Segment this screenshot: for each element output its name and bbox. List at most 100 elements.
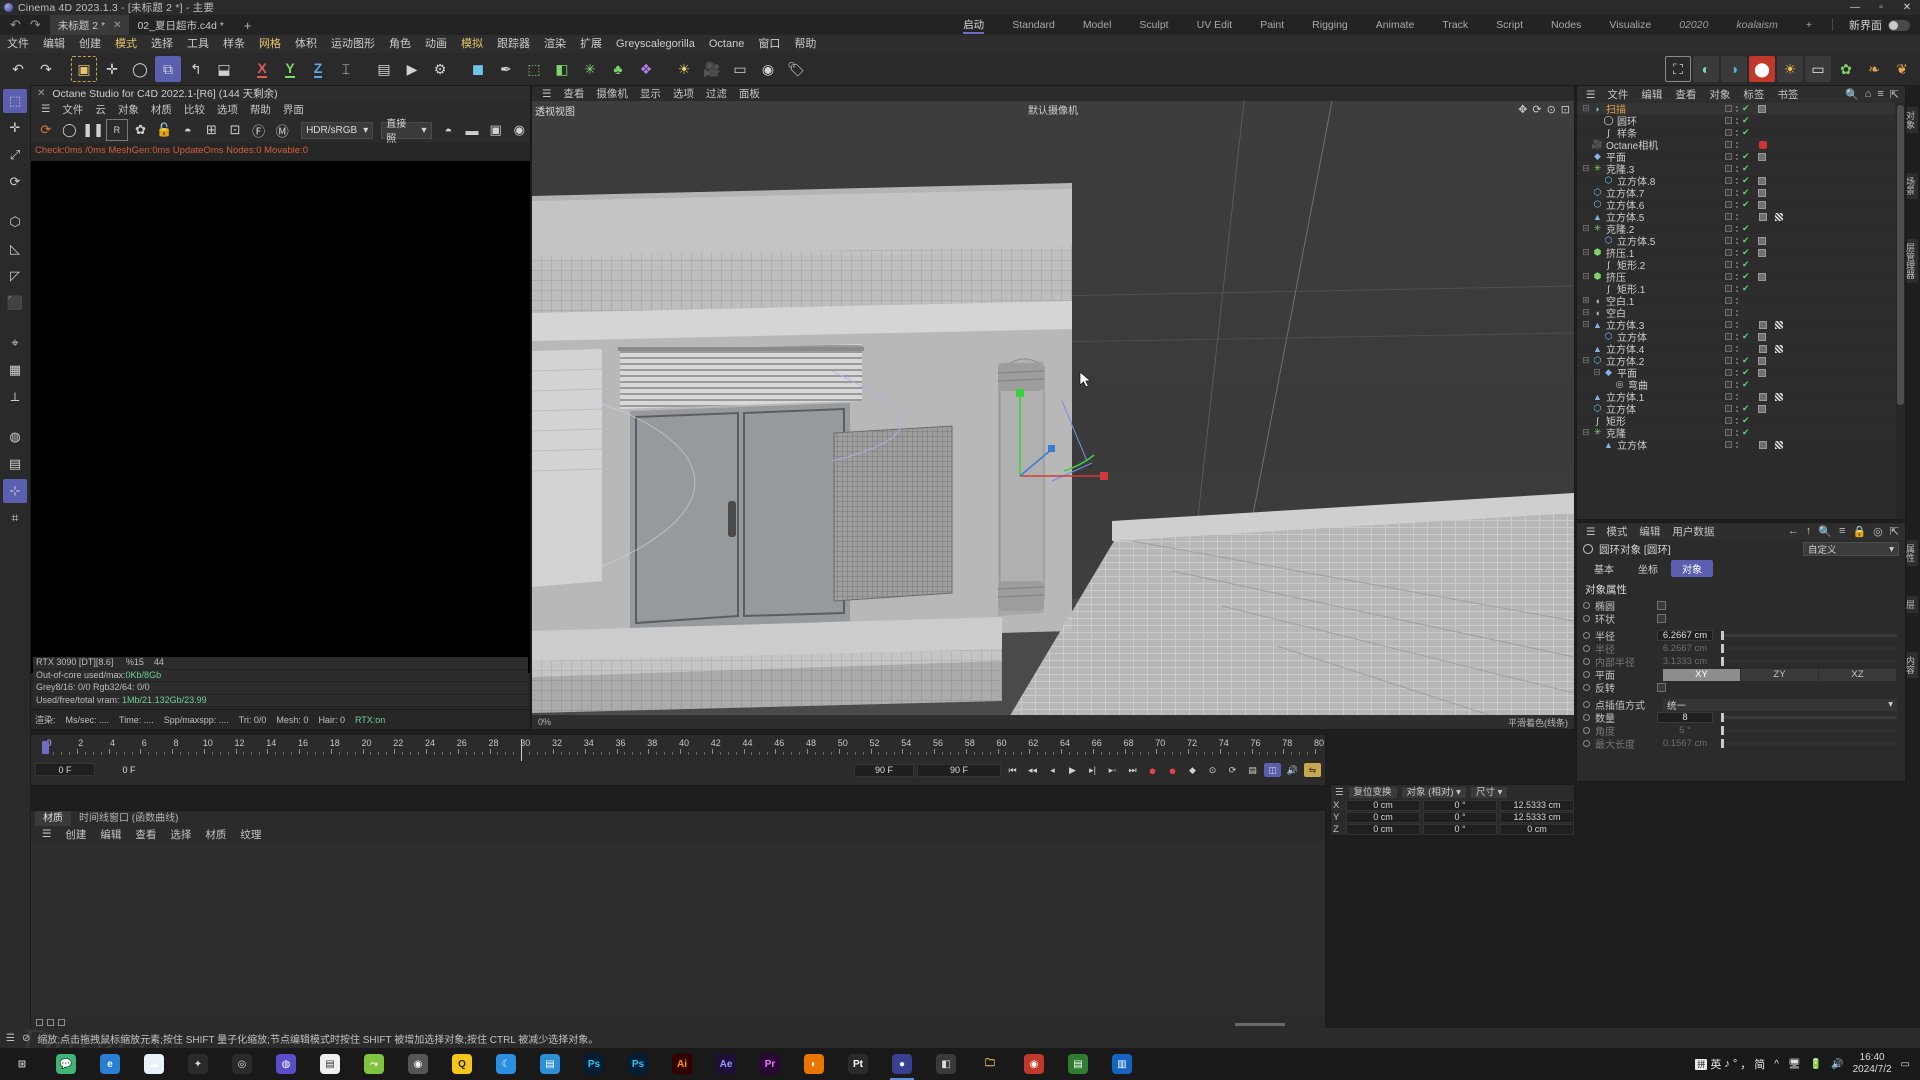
- expander-icon[interactable]: ⊟: [1581, 427, 1591, 438]
- octane-menu-2[interactable]: 对象: [112, 102, 145, 117]
- coord-rot-field[interactable]: 0 °: [1423, 823, 1497, 835]
- document-tab-1[interactable]: 未标题 2 * ✕: [49, 15, 130, 35]
- layout-tab-02020[interactable]: 02020: [1665, 15, 1722, 35]
- menu-item-18[interactable]: 窗口: [751, 35, 787, 53]
- octane-restart-icon[interactable]: ⟳: [35, 119, 57, 141]
- property-segmented[interactable]: XY ZY XZ: [1663, 668, 1897, 681]
- toolbar-redo-icon[interactable]: ↷: [33, 56, 59, 82]
- attribute-menu-2[interactable]: 用户数据: [1666, 524, 1720, 539]
- layout-tab-animate[interactable]: Animate: [1362, 15, 1429, 35]
- scene-object-icon[interactable]: ♣: [605, 56, 631, 82]
- quantize-icon[interactable]: ⌗: [3, 506, 27, 530]
- pt-app-icon[interactable]: Pt: [836, 1048, 880, 1080]
- octane-hamburger-icon[interactable]: ☰: [35, 103, 56, 115]
- coordinates-hamburger-icon[interactable]: ☰: [1335, 787, 1344, 798]
- object-manager-scroll-thumb[interactable]: [1897, 105, 1904, 405]
- expander-icon[interactable]: ⊟: [1581, 355, 1591, 366]
- enabled-check-icon[interactable]: ✔: [1742, 427, 1750, 438]
- layout-tab-startup[interactable]: 启动: [949, 15, 998, 35]
- key-scale-icon[interactable]: ⟳: [1224, 763, 1241, 777]
- orbit-icon[interactable]: ⟳: [1532, 103, 1541, 116]
- ime-indicator[interactable]: 拼 英 ♪ ° ， 简: [1695, 1056, 1765, 1072]
- gsg-plus-icon[interactable]: ❧: [1861, 56, 1887, 82]
- octane-pause-icon[interactable]: ❚❚: [82, 119, 104, 141]
- tag-check-icon[interactable]: [1775, 392, 1783, 401]
- visibility-dots[interactable]: [1736, 249, 1738, 256]
- editor-visibility-toggle[interactable]: [1725, 309, 1732, 316]
- enabled-check-icon[interactable]: ✔: [1742, 379, 1750, 390]
- go-to-start-icon[interactable]: ⏮: [1004, 763, 1021, 777]
- search-icon[interactable]: 🔍: [1845, 88, 1859, 101]
- edge-icon[interactable]: e: [88, 1048, 132, 1080]
- move-tool-icon[interactable]: ✛: [3, 116, 27, 140]
- property-value-field[interactable]: 6.2667 cm: [1657, 643, 1713, 654]
- property-value-field[interactable]: 3.1333 cm: [1657, 656, 1713, 667]
- menu-item-10[interactable]: 角色: [382, 35, 418, 53]
- folder-icon[interactable]: 🗀: [968, 1048, 1012, 1080]
- material-menu-5[interactable]: 纹理: [233, 827, 268, 842]
- enabled-check-icon[interactable]: ✔: [1742, 151, 1750, 162]
- editor-visibility-toggle[interactable]: [1725, 273, 1732, 280]
- lock-icon[interactable]: 🔒: [1852, 525, 1866, 538]
- editor-visibility-toggle[interactable]: [1725, 213, 1732, 220]
- enabled-check-icon[interactable]: ✔: [1742, 163, 1750, 174]
- object-menu-5[interactable]: 书签: [1771, 87, 1804, 102]
- enabled-check-icon[interactable]: ✔: [1742, 367, 1750, 378]
- octane-menu-3[interactable]: 材质: [145, 102, 178, 117]
- editor-visibility-toggle[interactable]: [1725, 201, 1732, 208]
- premiere-icon[interactable]: Pr: [748, 1048, 792, 1080]
- enabled-check-icon[interactable]: ✔: [1742, 259, 1750, 270]
- enabled-check-icon[interactable]: ✔: [1742, 271, 1750, 282]
- material-view-grid-icon[interactable]: [47, 1018, 54, 1026]
- menu-item-16[interactable]: Greyscalegorilla: [609, 35, 702, 53]
- visibility-dots[interactable]: [1736, 189, 1738, 196]
- spline-pen-icon[interactable]: ✒: [493, 56, 519, 82]
- tag-check-icon[interactable]: [1775, 212, 1783, 221]
- step-forward-icon[interactable]: ▸|: [1084, 763, 1101, 777]
- photoshop-icon[interactable]: Ps: [572, 1048, 616, 1080]
- material-menu-1[interactable]: 编辑: [93, 827, 128, 842]
- z-axis-lock-icon[interactable]: Z: [305, 56, 331, 82]
- menu-item-0[interactable]: 文件: [0, 35, 36, 53]
- start-button[interactable]: ⊞: [0, 1048, 44, 1080]
- enabled-check-icon[interactable]: ✔: [1742, 127, 1750, 138]
- attr-side-tab-内容[interactable]: 内容: [1905, 651, 1919, 679]
- tag-flag-icon[interactable]: [1759, 392, 1767, 401]
- material-view-icons-icon[interactable]: [36, 1018, 43, 1026]
- tray-expand-icon[interactable]: ^: [1774, 1059, 1779, 1070]
- octane-menu-6[interactable]: 帮助: [244, 102, 277, 117]
- visibility-dots[interactable]: [1736, 297, 1738, 304]
- expander-icon[interactable]: ⊞: [1581, 295, 1591, 306]
- spiral-app-icon[interactable]: ◎: [220, 1048, 264, 1080]
- autokey-icon[interactable]: ●: [1164, 763, 1181, 778]
- menu-item-13[interactable]: 跟踪器: [490, 35, 537, 53]
- layout-tab-track[interactable]: Track: [1428, 15, 1482, 35]
- expander-icon[interactable]: ⊟: [1581, 307, 1591, 318]
- subdivision-icon[interactable]: ◧: [549, 56, 575, 82]
- editor-visibility-toggle[interactable]: [1725, 321, 1732, 328]
- maximize-button[interactable]: ▫: [1868, 0, 1894, 15]
- new-ui-toggle[interactable]: [1888, 19, 1910, 31]
- reset-transform-button[interactable]: 复位变换: [1348, 786, 1397, 798]
- cube-app-icon[interactable]: ◧: [924, 1048, 968, 1080]
- tag-flag-icon[interactable]: [1757, 104, 1766, 113]
- property-value-field[interactable]: 5 °: [1657, 725, 1713, 736]
- attribute-hamburger-icon[interactable]: ☰: [1581, 526, 1600, 538]
- expander-icon[interactable]: ⊟: [1581, 271, 1591, 282]
- editor-visibility-toggle[interactable]: [1725, 177, 1732, 184]
- property-animate-dot[interactable]: [1583, 658, 1590, 665]
- timeline-ruler[interactable]: 0 2 4 6 8 10 12 14 16 18 20 22 24 26 28 30 32 34 36 38 40 42 4…: [31, 738, 1325, 761]
- octane-sun-icon[interactable]: ☀: [1777, 56, 1803, 82]
- editor-visibility-toggle[interactable]: [1725, 333, 1732, 340]
- battery-icon[interactable]: 🔋: [1810, 1059, 1822, 1070]
- property-checkbox[interactable]: [1657, 614, 1666, 623]
- property-animate-dot[interactable]: [1583, 684, 1590, 691]
- octane-menu-7[interactable]: 界面: [277, 102, 310, 117]
- editor-visibility-toggle[interactable]: [1725, 129, 1732, 136]
- tag-cam-icon[interactable]: [1759, 140, 1767, 149]
- undo-redo-group[interactable]: ↶ ↷: [0, 17, 50, 33]
- viewport-3d-scene[interactable]: 0% 平滑着色(线条): [532, 101, 1574, 729]
- illustrator-icon[interactable]: Ai: [660, 1048, 704, 1080]
- undo-icon[interactable]: ↶: [10, 17, 21, 33]
- editor-visibility-toggle[interactable]: [1725, 369, 1732, 376]
